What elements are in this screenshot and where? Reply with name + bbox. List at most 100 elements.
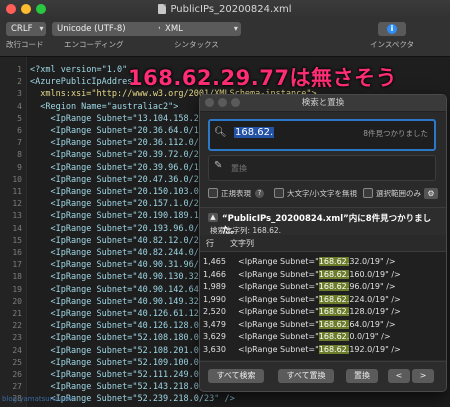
find-field[interactable]: 🔍︎ 168.62. 8件見つかりました [208, 119, 436, 151]
code-line: <IpRange Subnet="20.36.64.0/19" [30, 126, 210, 136]
result-text-prefix: <IpRange Subnet=" [238, 332, 319, 341]
dialog-minimize-button[interactable] [218, 98, 227, 107]
line-number: 13 [12, 211, 22, 221]
result-text: <IpRange Subnet="168.62.0.0/19" /> [238, 332, 391, 341]
result-text-suffix: 96.0/19" /> [349, 282, 396, 291]
code-line: <IpRange Subnet="13.104.158.224 [30, 113, 210, 124]
code-line: <AzurePublicIpAddress [30, 77, 138, 88]
close-window-button[interactable] [6, 4, 16, 14]
previous-match-button[interactable]: < [388, 369, 410, 383]
code-line: <Region Name="australiac2"> [30, 101, 179, 112]
toolbar: CRLF 改行コード Unicode (UTF-8) エンコーディング XML … [0, 18, 450, 57]
in-selection-label: 選択範囲のみ [376, 188, 422, 198]
pencil-icon[interactable]: ✎ [214, 160, 222, 171]
gear-icon[interactable]: ⚙ [424, 187, 438, 199]
ignore-case-checkbox[interactable] [274, 188, 284, 198]
replace-button[interactable]: 置換 [346, 369, 378, 383]
line-number: 24 [12, 345, 22, 355]
result-columns: 行 文字列 [200, 235, 446, 252]
result-text-prefix: <IpRange Subnet=" [238, 344, 319, 354]
code-line: <IpRange Subnet="52.111.249.0/2 [30, 370, 210, 380]
document-icon [158, 4, 167, 14]
collapse-icon[interactable]: ▲ [208, 213, 218, 222]
result-text-suffix: 64.0/19" /> [349, 319, 396, 329]
syntax-label: シンタックス [174, 40, 219, 49]
result-text-suffix: 128.0/19" /> [349, 307, 401, 316]
match-count: 8件見つかりました [363, 129, 428, 138]
code-line: <IpRange Subnet="20.193.96.0/19 [30, 223, 210, 234]
encoding-select[interactable]: Unicode (UTF-8) [52, 22, 166, 36]
next-match-button[interactable]: > [412, 369, 434, 383]
result-text-suffix: 224.0/19" /> [349, 294, 401, 304]
code-line: <IpRange Subnet="20.157.1.0/24" [30, 199, 210, 210]
find-all-button[interactable]: すべて検索 [208, 369, 264, 383]
code-line: <IpRange Subnet="40.126.128.0/1 [30, 321, 210, 332]
line-number: 10 [12, 174, 22, 184]
find-field-text: 168.62. [234, 127, 275, 138]
line-ending-select[interactable]: CRLF [6, 22, 47, 36]
result-text-prefix: <IpRange Subnet=" [238, 294, 319, 304]
code-line: <IpRange Subnet="20.39.72.0/21" [30, 150, 210, 161]
result-row[interactable]: 3,629 <IpRange Subnet="168.62.0.0/19" /> [200, 331, 446, 343]
code-line: <IpRange Subnet="20.47.36.0/24" [30, 174, 210, 185]
code-line: <IpRange Subnet="40.82.244.0/22 [30, 248, 210, 258]
result-line-number: 1,465 [203, 257, 226, 266]
line-number: 25 [12, 357, 22, 367]
dialog-zoom-button[interactable] [231, 98, 240, 107]
line-number: 21 [12, 309, 22, 318]
result-row[interactable]: 1,466 <IpRange Subnet="168.62.160.0/19" /… [200, 269, 446, 281]
regex-checkbox[interactable] [208, 188, 218, 198]
result-row[interactable]: 1,465 <IpRange Subnet="168.62.32.0/19" /> [200, 256, 446, 268]
line-number-gutter: 1 2 3 4 5 6 7 8 9 10 11 12 13 14 15 16 17 18 19 20 21 22 23 24 2… [0, 57, 27, 407]
in-selection-checkbox[interactable] [363, 188, 374, 198]
help-icon[interactable]: ? [255, 188, 264, 198]
result-text: <IpRange Subnet="168.62.64.0/19" /> [238, 319, 396, 329]
window-title-text: PublicIPs_20200824.xml [170, 3, 292, 15]
column-line[interactable]: 行 [206, 238, 214, 249]
replace-all-button[interactable]: すべて置換 [278, 369, 334, 383]
result-match-highlight: 168.62. [318, 344, 350, 354]
result-line-number: 3,629 [203, 332, 226, 341]
result-match-highlight: 168.62. [318, 294, 350, 304]
dialog-close-button[interactable] [205, 98, 214, 107]
window-title: PublicIPs_20200824.xml [158, 3, 292, 15]
result-list[interactable]: 1,465 <IpRange Subnet="168.62.32.0/19" />… [200, 252, 446, 360]
search-icon[interactable]: 🔍︎ [214, 127, 227, 138]
inspector-button[interactable]: i [378, 22, 407, 36]
result-match-highlight: 168.62. [318, 332, 350, 341]
result-match-highlight: 168.62. [318, 319, 350, 329]
result-text-suffix: 192.0/19" /> [349, 344, 401, 354]
inspector-group: i インスペクタ [370, 22, 414, 50]
line-number: 1 [17, 65, 22, 74]
result-row[interactable]: 3,630 <IpRange Subnet="168.62.192.0/19" /… [200, 344, 446, 356]
result-row[interactable]: 1,989 <IpRange Subnet="168.62.96.0/19" /> [200, 281, 446, 293]
result-text-suffix: 160.0/19" /> [349, 269, 401, 279]
line-number: 12 [12, 199, 22, 209]
zoom-window-button[interactable] [36, 4, 46, 14]
code-line: <IpRange Subnet="40.90.130.32/2 [30, 272, 210, 283]
result-match-highlight: 168.62. [318, 307, 350, 316]
regex-label: 正規表現 [221, 188, 251, 198]
overlay-caption: 168.62.29.77は無さそう [128, 66, 397, 90]
result-row[interactable]: 1,990 <IpRange Subnet="168.62.224.0/19" /… [200, 294, 446, 306]
code-line: <IpRange Subnet="52.108.201.0/2 [30, 345, 210, 356]
result-row[interactable]: 3,479 <IpRange Subnet="168.62.64.0/19" /> [200, 319, 446, 331]
result-row[interactable]: 2,520 <IpRange Subnet="168.62.128.0/19" /… [200, 306, 446, 318]
result-line-number: 3,479 [203, 319, 226, 329]
line-ending-label: 改行コード [6, 40, 44, 49]
replace-field[interactable]: ✎ 置換 [208, 155, 436, 181]
column-text[interactable]: 文字列 [230, 238, 254, 249]
line-number: 2 [17, 77, 22, 87]
minimize-window-button[interactable] [21, 4, 31, 14]
info-icon: i [387, 24, 398, 34]
result-text: <IpRange Subnet="168.62.96.0/19" /> [238, 282, 396, 291]
syntax-select[interactable]: XML [160, 22, 241, 36]
code-line: <IpRange Subnet="20.190.189.128 [30, 211, 210, 222]
code-line: <IpRange Subnet="52.108.180.0/2 [30, 333, 210, 344]
line-number: 14 [12, 223, 22, 233]
title-bar: PublicIPs_20200824.xml [0, 0, 450, 18]
line-number: 7 [17, 138, 22, 148]
find-replace-dialog: 検索と置換 🔍︎ 168.62. 8件見つかりました ✎ 置換 正規表現 ? 大… [199, 94, 447, 392]
line-number: 11 [12, 187, 22, 196]
result-text: <IpRange Subnet="168.62.192.0/19" /> [238, 344, 401, 354]
